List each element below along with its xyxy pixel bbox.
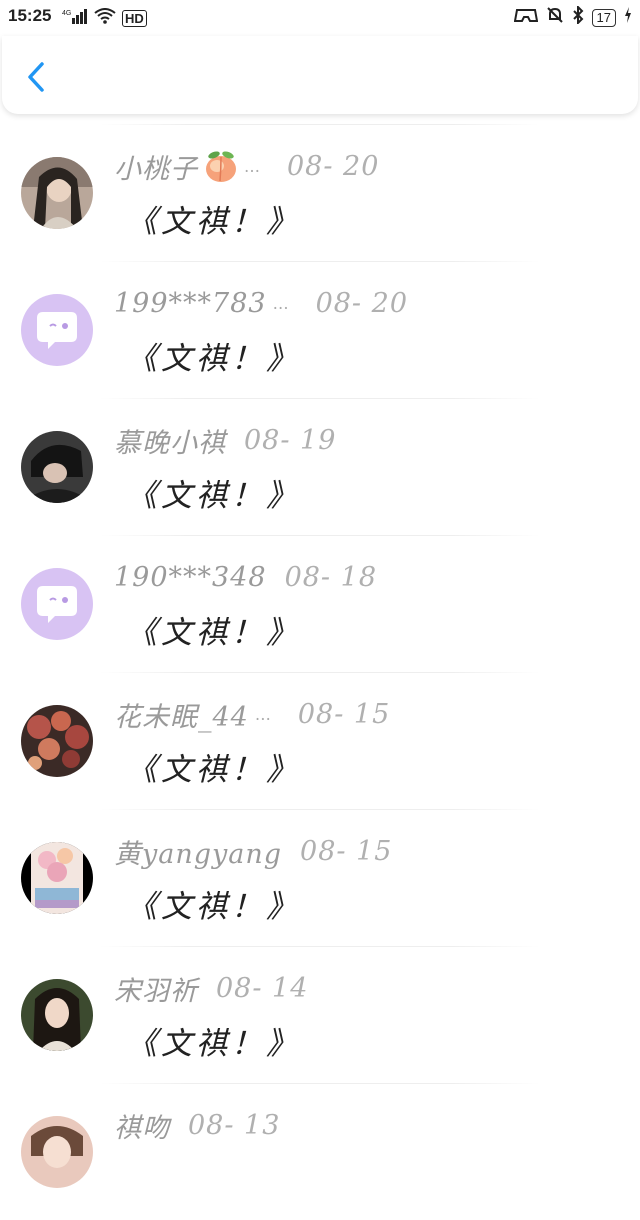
item-message: 《文祺！》 [126,478,301,514]
chevron-left-icon [28,62,44,92]
item-name-line: 花未眠_44 … 08- 15 [114,696,391,733]
item-date: 08- 15 [300,835,393,867]
list-item[interactable]: 祺吻 08- 13 [0,1083,640,1220]
item-date: 08- 20 [315,287,408,319]
item-name-line: 宋羽祈 08- 14 [114,970,309,1007]
divider [100,124,540,125]
item-date: 08- 13 [188,1109,281,1141]
username: 慕晚小祺 [114,427,226,459]
avatar[interactable] [21,568,93,640]
avatar[interactable] [21,157,93,229]
bluetooth-icon [572,4,584,29]
bell-muted-icon [546,6,564,29]
item-date: 08- 15 [297,698,391,730]
divider [100,1083,540,1084]
avatar[interactable] [21,979,93,1051]
username: 190***348 [114,561,267,593]
charging-icon [624,7,632,28]
name-ellipsis: … [244,156,261,176]
avatar[interactable] [21,705,93,777]
username: 祺吻 [114,1112,170,1144]
divider [100,535,540,536]
item-name-line: 199***783 … 08- 20 [114,285,408,321]
game-mode-icon [513,6,538,29]
item-name-line: 慕晚小祺 08- 19 [114,422,337,459]
status-bar: 15:25 4G HD 17 [0,0,640,36]
chat-bubble-icon [21,294,93,366]
name-ellipsis: … [272,293,290,313]
item-message: 《文祺！》 [126,1026,301,1062]
back-button[interactable] [22,60,52,94]
list-item[interactable]: 199***783 … 08- 20 《文祺！》 [0,261,640,398]
item-message: 《文祺！》 [126,341,301,377]
item-date: 08- 14 [216,972,309,1004]
avatar[interactable] [21,431,93,503]
divider [100,261,540,262]
status-right-icons: 17 [513,4,632,29]
username: 199***783 [114,287,267,319]
avatar[interactable] [21,1116,93,1188]
username: 黄yangyang [114,838,283,870]
battery-icon: 17 [591,8,616,27]
top-header [2,36,638,114]
avatar[interactable] [21,842,93,914]
list-item[interactable]: 黄yangyang 08- 15 《文祺！》 [0,809,640,946]
list-item[interactable]: 花未眠_44 … 08- 15 《文祺！》 [0,672,640,809]
item-date: 08- 20 [287,150,380,182]
wifi-icon [94,8,116,29]
username: 小桃子 [114,153,198,185]
hd-icon: HD [122,10,147,27]
avatar[interactable] [21,294,93,366]
item-message: 《文祺！》 [126,889,301,925]
divider [100,809,540,810]
divider [100,398,540,399]
item-name-line: 小桃子 … 08- 20 [114,148,380,185]
status-left-icons: 4G HD [62,8,147,29]
username: 宋羽祈 [114,975,198,1007]
item-date: 08- 18 [284,561,377,593]
list-item[interactable]: 慕晚小祺 08- 19 《文祺！》 [0,398,640,535]
list-item[interactable]: 小桃子 … 08- 20 《文祺！》 [0,124,640,261]
signal-icon: 4G [62,8,88,29]
chat-bubble-icon [21,568,93,640]
status-time: 15:25 [8,6,52,25]
message-list: 小桃子 … 08- 20 《文祺！》 199***783 … 08- 20 《文… [0,124,640,1220]
svg-text:4G: 4G [62,10,71,17]
list-item[interactable]: 190***348 08- 18 《文祺！》 [0,535,640,672]
item-name-line: 黄yangyang 08- 15 [114,833,393,870]
username: 花未眠_44 [114,701,249,733]
item-message: 《文祺！》 [126,615,301,651]
divider [100,672,540,673]
name-ellipsis: … [254,704,272,724]
item-date: 08- 19 [244,424,337,456]
item-message: 《文祺！》 [126,204,301,240]
item-message: 《文祺！》 [126,752,301,788]
divider [100,946,540,947]
peach-emoji-icon [204,149,238,183]
list-item[interactable]: 宋羽祈 08- 14 《文祺！》 [0,946,640,1083]
item-name-line: 190***348 08- 18 [114,559,377,595]
